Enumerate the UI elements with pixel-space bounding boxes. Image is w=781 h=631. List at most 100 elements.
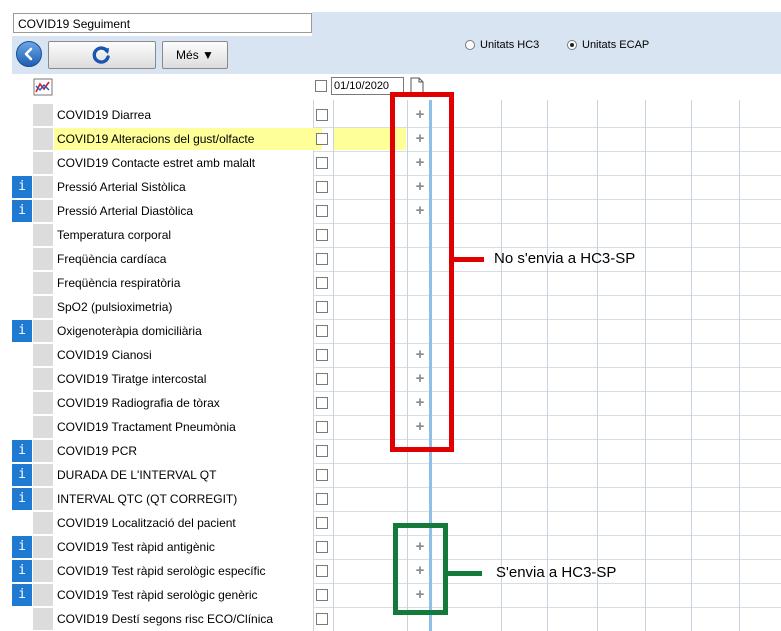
row-checkbox[interactable] bbox=[316, 109, 328, 121]
row-label: COVID19 Alteracions del gust/olfacte bbox=[54, 128, 322, 150]
refresh-icon bbox=[92, 46, 110, 64]
row-gutter bbox=[33, 128, 53, 150]
row-label: COVID19 Radiografia de tòrax bbox=[57, 396, 220, 410]
row-checkbox[interactable] bbox=[316, 565, 328, 577]
header-band bbox=[312, 12, 781, 74]
row-gutter bbox=[33, 320, 53, 342]
row-checkbox[interactable] bbox=[316, 325, 328, 337]
row-checkbox[interactable] bbox=[316, 229, 328, 241]
info-icon[interactable]: i bbox=[12, 488, 32, 510]
back-button[interactable] bbox=[16, 41, 42, 67]
back-arrow-icon bbox=[24, 47, 33, 61]
table-row[interactable]: i DURADA DE L'INTERVAL QT bbox=[12, 463, 781, 487]
table-row[interactable]: i INTERVAL QTC (QT CORREGIT) bbox=[12, 487, 781, 511]
row-gutter bbox=[33, 584, 53, 606]
radio-unitats-ecap[interactable]: Unitats ECAP bbox=[567, 39, 649, 51]
row-gutter bbox=[33, 344, 53, 366]
row-label: Pressió Arterial Diastòlica bbox=[57, 204, 194, 218]
row-checkbox[interactable] bbox=[316, 157, 328, 169]
info-icon[interactable]: i bbox=[12, 536, 32, 558]
row-label: Freqüència respiratòria bbox=[57, 276, 181, 290]
info-icon[interactable]: i bbox=[12, 200, 32, 222]
row-label: COVID19 Diarrea bbox=[57, 108, 152, 122]
radio-dot bbox=[465, 40, 475, 50]
row-marker bbox=[12, 368, 32, 390]
row-label: COVID19 Localització del pacient bbox=[57, 516, 236, 530]
radio-label: Unitats HC3 bbox=[480, 39, 540, 51]
info-icon[interactable]: i bbox=[12, 176, 32, 198]
info-icon[interactable]: i bbox=[12, 464, 32, 486]
row-marker bbox=[12, 128, 32, 150]
info-icon[interactable]: i bbox=[12, 440, 32, 462]
row-checkbox[interactable] bbox=[316, 421, 328, 433]
info-icon[interactable]: i bbox=[12, 584, 32, 606]
row-checkbox[interactable] bbox=[316, 373, 328, 385]
row-gutter bbox=[33, 368, 53, 390]
row-checkbox[interactable] bbox=[316, 445, 328, 457]
row-gutter bbox=[33, 464, 53, 486]
row-checkbox[interactable] bbox=[316, 133, 328, 145]
row-marker bbox=[12, 272, 32, 294]
row-label: COVID19 Test ràpid serològic específic bbox=[57, 564, 266, 578]
row-label: COVID19 PCR bbox=[57, 444, 138, 458]
row-gutter bbox=[33, 392, 53, 414]
row-label: COVID19 Tractament Pneumònia bbox=[57, 420, 236, 434]
row-checkbox[interactable] bbox=[316, 253, 328, 265]
row-gutter bbox=[33, 224, 53, 246]
row-checkbox[interactable] bbox=[316, 277, 328, 289]
row-label: Oxigenoteràpia domiciliària bbox=[57, 324, 202, 338]
row-checkbox[interactable] bbox=[316, 517, 328, 529]
info-icon[interactable]: i bbox=[12, 560, 32, 582]
row-checkbox[interactable] bbox=[316, 469, 328, 481]
row-checkbox[interactable] bbox=[316, 349, 328, 361]
green-annotation-box bbox=[393, 523, 448, 615]
row-label: SpO2 (pulsioximetria) bbox=[57, 300, 173, 314]
row-checkbox[interactable] bbox=[316, 589, 328, 601]
row-gutter bbox=[33, 272, 53, 294]
date-column-checkbox[interactable] bbox=[315, 80, 327, 92]
chart-icon[interactable] bbox=[33, 78, 53, 96]
row-gutter bbox=[33, 440, 53, 462]
more-button[interactable]: Més ▼ bbox=[162, 41, 228, 69]
window-title: COVID19 Seguiment bbox=[13, 13, 312, 33]
row-label: Freqüència cardíaca bbox=[57, 252, 167, 266]
radio-unitats-hc3[interactable]: Unitats HC3 bbox=[465, 39, 539, 51]
row-marker bbox=[12, 224, 32, 246]
row-label: COVID19 Cianosi bbox=[57, 348, 152, 362]
row-label: COVID19 Test ràpid antigènic bbox=[57, 540, 215, 554]
row-checkbox[interactable] bbox=[316, 301, 328, 313]
value-cell[interactable] bbox=[334, 464, 406, 486]
green-annotation-text: S'envia a HC3-SP bbox=[496, 564, 617, 581]
row-label: COVID19 Destí segons risc ECO/Clínica bbox=[57, 612, 274, 626]
row-gutter bbox=[33, 512, 53, 534]
row-gutter bbox=[33, 200, 53, 222]
red-annotation-text: No s'envia a HC3-SP bbox=[494, 250, 636, 267]
row-marker bbox=[12, 608, 32, 630]
row-marker bbox=[12, 296, 32, 318]
value-cell[interactable] bbox=[334, 488, 406, 510]
refresh-button[interactable] bbox=[48, 41, 156, 69]
row-checkbox[interactable] bbox=[316, 613, 328, 625]
row-gutter bbox=[33, 416, 53, 438]
red-annotation-box bbox=[390, 92, 454, 452]
row-checkbox[interactable] bbox=[316, 181, 328, 193]
radio-dot bbox=[567, 40, 577, 50]
row-label: COVID19 Contacte estret amb malalt bbox=[57, 156, 256, 170]
green-annotation-line bbox=[448, 571, 482, 576]
row-gutter bbox=[33, 488, 53, 510]
row-gutter bbox=[33, 104, 53, 126]
row-label: COVID19 Tiratge intercostal bbox=[57, 372, 207, 386]
row-checkbox[interactable] bbox=[316, 541, 328, 553]
row-checkbox[interactable] bbox=[316, 493, 328, 505]
row-label: DURADA DE L'INTERVAL QT bbox=[57, 468, 217, 482]
row-label: COVID19 Test ràpid serològic genèric bbox=[57, 588, 258, 602]
row-gutter bbox=[33, 176, 53, 198]
row-checkbox[interactable] bbox=[316, 205, 328, 217]
row-checkbox[interactable] bbox=[316, 397, 328, 409]
row-marker bbox=[12, 416, 32, 438]
row-label: Temperatura corporal bbox=[57, 228, 172, 242]
row-marker bbox=[12, 104, 32, 126]
row-gutter bbox=[33, 152, 53, 174]
row-marker bbox=[12, 248, 32, 270]
info-icon[interactable]: i bbox=[12, 320, 32, 342]
